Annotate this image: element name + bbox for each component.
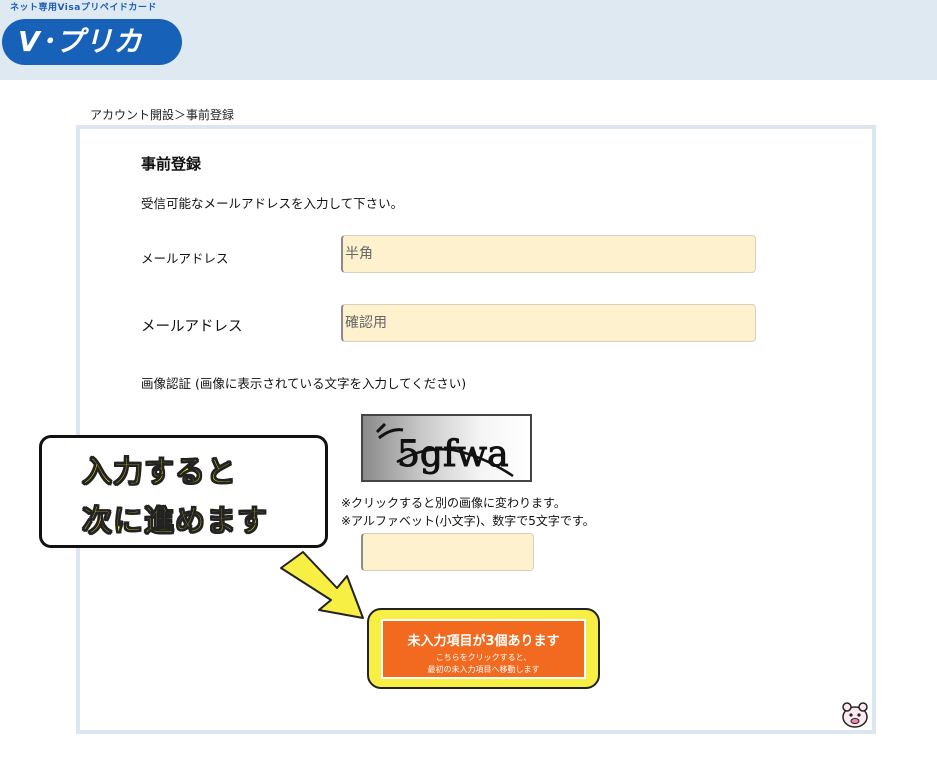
captcha-drawing: 5gfwa <box>375 422 514 478</box>
callout-line-1: 入力すると <box>82 455 237 491</box>
email-confirm-input[interactable] <box>341 304 756 342</box>
breadcrumb: アカウント開設＞事前登録 <box>90 108 235 122</box>
page-title: 事前登録 <box>141 155 202 173</box>
captcha-note-refresh: ※クリックすると別の画像に変わります。 <box>341 496 566 510</box>
captcha-input[interactable] <box>361 533 534 571</box>
captcha-label: 画像認証 (画像に表示されている文字を入力してください) <box>141 376 467 391</box>
missing-fields-subtext-2: 最初の未入力項目へ移動します <box>427 665 540 674</box>
intro-text: 受信可能なメールアドレスを入力して下さい。 <box>141 196 404 211</box>
callout-line-2: 次に進めます <box>82 504 268 540</box>
mascot-icon <box>842 702 868 728</box>
submit-highlight: 未入力項目が3個あります こちらをクリックすると、 最初の未入力項目へ移動します <box>367 608 600 689</box>
captcha-note-format: ※アルファベット(小文字)、数字で5文字です。 <box>341 514 595 528</box>
instruction-callout: 入力すると 次に進めます <box>39 435 328 548</box>
vpreca-logo[interactable]: V･プリカ <box>2 19 182 65</box>
site-header: ネット専用Visaプリペイドカード V･プリカ <box>0 0 937 80</box>
captcha-image[interactable]: 5gfwa <box>361 414 532 482</box>
down-right-arrow-icon <box>280 551 364 619</box>
email-label: メールアドレス <box>141 251 229 266</box>
email-confirm-label: メールアドレス <box>141 319 243 335</box>
email-input[interactable] <box>341 235 756 273</box>
missing-fields-text: 未入力項目が3個あります <box>407 634 560 649</box>
site-tagline: ネット専用Visaプリペイドカード <box>10 3 157 13</box>
captcha-text: 5gfwa <box>397 434 509 475</box>
missing-fields-button[interactable]: 未入力項目が3個あります こちらをクリックすると、 最初の未入力項目へ移動します <box>381 619 586 679</box>
missing-fields-subtext-1: こちらをクリックすると、 <box>435 653 532 662</box>
